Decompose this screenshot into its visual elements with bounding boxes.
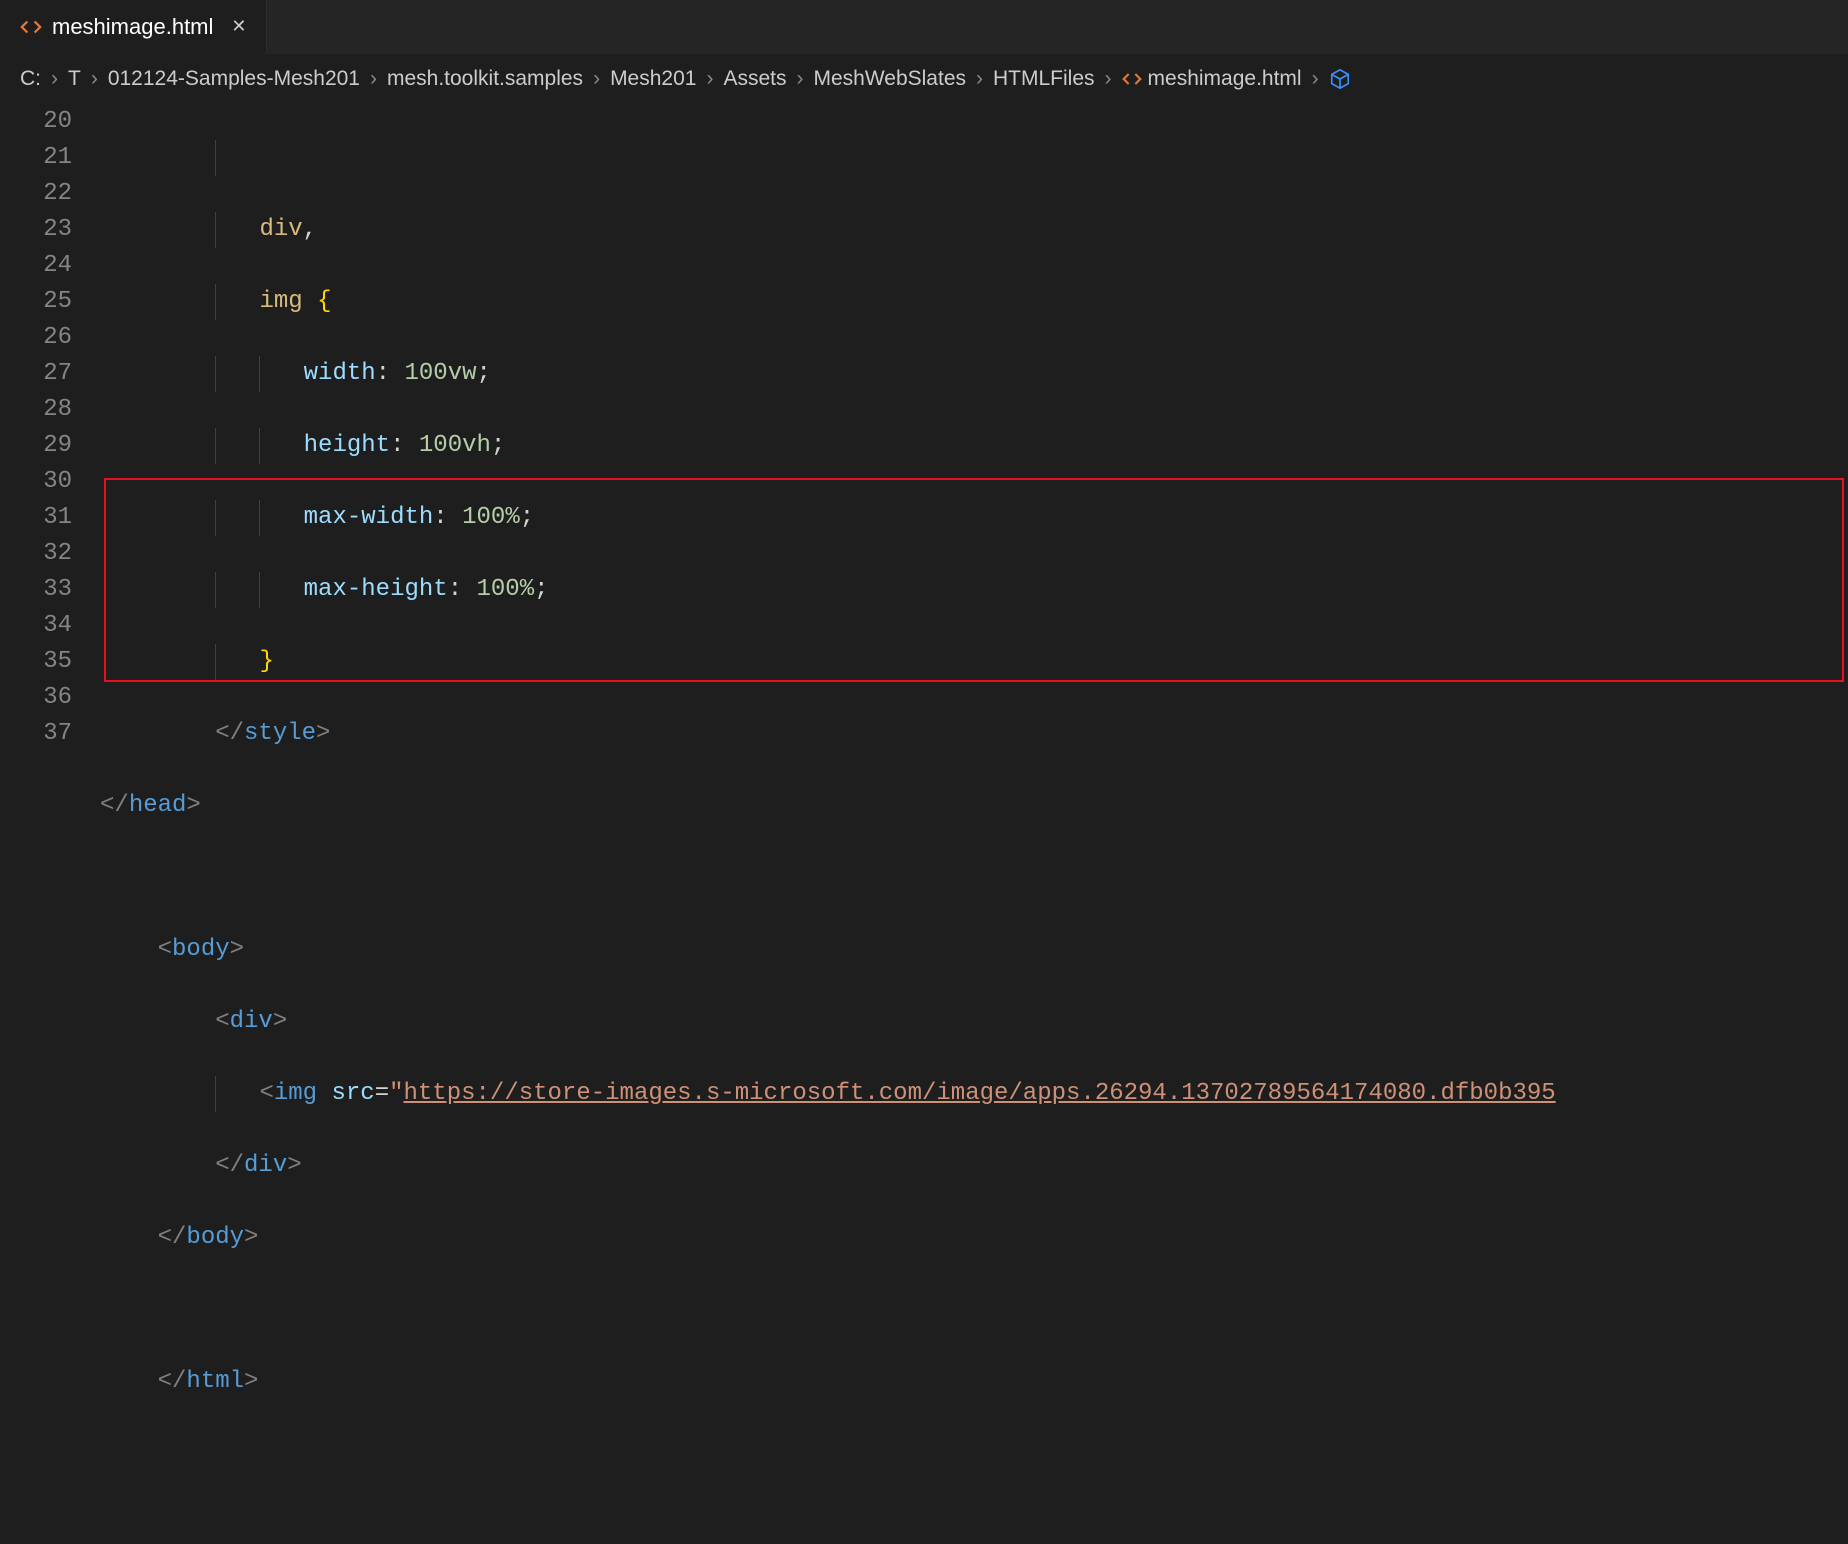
- code-line[interactable]: <img src="https://store-images.s-microso…: [100, 1076, 1848, 1112]
- breadcrumb-item-3[interactable]: mesh.toolkit.samples: [387, 59, 583, 99]
- code-line[interactable]: max-height: 100%;: [100, 572, 1848, 608]
- line-number: 37: [0, 716, 72, 752]
- chevron-right-icon: ›: [702, 59, 717, 99]
- line-number: 25: [0, 284, 72, 320]
- line-number: 30: [0, 464, 72, 500]
- breadcrumb-item-7[interactable]: HTMLFiles: [993, 59, 1095, 99]
- tab-bar: meshimage.html ✕: [0, 0, 1848, 54]
- code-line[interactable]: [100, 1292, 1848, 1328]
- code-line[interactable]: </html>: [100, 1364, 1848, 1400]
- line-number: 28: [0, 392, 72, 428]
- code-line[interactable]: [100, 860, 1848, 896]
- line-number: 32: [0, 536, 72, 572]
- chevron-right-icon: ›: [792, 59, 807, 99]
- breadcrumb-item-5[interactable]: Assets: [723, 59, 786, 99]
- line-number: 23: [0, 212, 72, 248]
- line-number: 31: [0, 500, 72, 536]
- chevron-right-icon: ›: [589, 59, 604, 99]
- breadcrumb-item-4[interactable]: Mesh201: [610, 59, 696, 99]
- line-number: 29: [0, 428, 72, 464]
- code-line[interactable]: max-width: 100%;: [100, 500, 1848, 536]
- breadcrumb[interactable]: C:› T› 012124-Samples-Mesh201› mesh.tool…: [0, 54, 1848, 104]
- code-line[interactable]: <div>: [100, 1004, 1848, 1040]
- code-line[interactable]: width: 100vw;: [100, 356, 1848, 392]
- code-line[interactable]: img {: [100, 284, 1848, 320]
- code-area[interactable]: div, img { width: 100vw; height: 100vh; …: [100, 104, 1848, 1544]
- line-number: 24: [0, 248, 72, 284]
- code-line[interactable]: }: [100, 644, 1848, 680]
- code-line[interactable]: </style>: [100, 716, 1848, 752]
- chevron-right-icon: ›: [972, 59, 987, 99]
- code-line[interactable]: </div>: [100, 1148, 1848, 1184]
- code-line[interactable]: </head>: [100, 788, 1848, 824]
- breadcrumb-item-8[interactable]: meshimage.html: [1148, 59, 1302, 99]
- close-icon[interactable]: ✕: [231, 16, 246, 38]
- line-number: 35: [0, 644, 72, 680]
- line-number: 34: [0, 608, 72, 644]
- line-number-gutter: 202122232425262728293031323334353637: [0, 104, 100, 1544]
- html-file-icon: [20, 16, 42, 38]
- line-number: 20: [0, 104, 72, 140]
- code-line[interactable]: div,: [100, 212, 1848, 248]
- chevron-right-icon: ›: [366, 59, 381, 99]
- breadcrumb-item-1[interactable]: T: [68, 59, 81, 99]
- chevron-right-icon: ›: [47, 59, 62, 99]
- code-line[interactable]: </body>: [100, 1220, 1848, 1256]
- line-number: 36: [0, 680, 72, 716]
- chevron-right-icon: ›: [87, 59, 102, 99]
- code-editor[interactable]: 202122232425262728293031323334353637 div…: [0, 104, 1848, 1544]
- breadcrumb-item-0[interactable]: C:: [20, 59, 41, 99]
- breadcrumb-item-6[interactable]: MeshWebSlates: [813, 59, 966, 99]
- line-number: 33: [0, 572, 72, 608]
- tab-label: meshimage.html: [52, 14, 213, 40]
- line-number: 22: [0, 176, 72, 212]
- html-file-icon: [1122, 69, 1142, 89]
- breadcrumb-item-2[interactable]: 012124-Samples-Mesh201: [108, 59, 360, 99]
- chevron-right-icon: ›: [1101, 59, 1116, 99]
- line-number: 21: [0, 140, 72, 176]
- code-line[interactable]: height: 100vh;: [100, 428, 1848, 464]
- code-line[interactable]: <body>: [100, 932, 1848, 968]
- line-number: 27: [0, 356, 72, 392]
- code-line[interactable]: [100, 140, 1848, 176]
- chevron-right-icon: ›: [1308, 59, 1323, 99]
- line-number: 26: [0, 320, 72, 356]
- tab-meshimage[interactable]: meshimage.html ✕: [0, 0, 267, 54]
- cube-icon: [1329, 68, 1351, 90]
